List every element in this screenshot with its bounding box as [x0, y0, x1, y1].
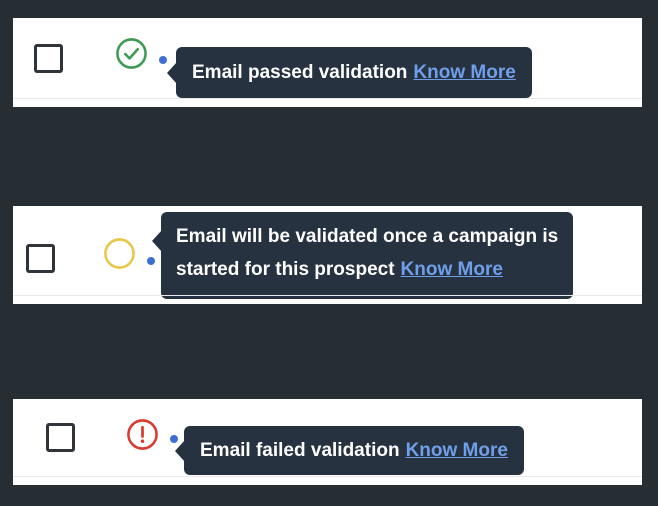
validation-tooltip: Email will be validated once a campaign …: [151, 212, 574, 299]
empty-circle-icon[interactable]: [103, 237, 136, 270]
check-circle-icon[interactable]: [115, 37, 148, 70]
know-more-link[interactable]: Know More: [401, 259, 503, 280]
tooltip-text: Email failed validation: [200, 440, 400, 461]
prospect-row-failed: Email failed validation Know More: [13, 399, 642, 485]
validation-tooltip: Email passed validation Know More: [167, 47, 532, 98]
prospect-row-pending: Email will be validated once a campaign …: [13, 206, 642, 304]
email-text-fragment: [159, 56, 167, 64]
tooltip-text-line-1: Email will be validated once a campaign …: [176, 226, 559, 247]
prospect-row-passed: Email passed validation Know More: [13, 18, 642, 107]
row-select-checkbox[interactable]: [34, 44, 63, 73]
know-more-link[interactable]: Know More: [406, 440, 508, 461]
row-select-checkbox[interactable]: [46, 423, 75, 452]
tooltip-text: started for this prospect: [176, 259, 395, 280]
email-text-fragment: [147, 257, 155, 265]
tooltip-text-line-2: started for this prospect Know More: [176, 253, 558, 286]
know-more-link[interactable]: Know More: [413, 62, 515, 83]
tooltip-text: Email passed validation: [192, 62, 408, 83]
alert-circle-icon[interactable]: [126, 418, 159, 451]
row-select-checkbox[interactable]: [26, 244, 55, 273]
validation-tooltip: Email failed validation Know More: [175, 426, 524, 475]
